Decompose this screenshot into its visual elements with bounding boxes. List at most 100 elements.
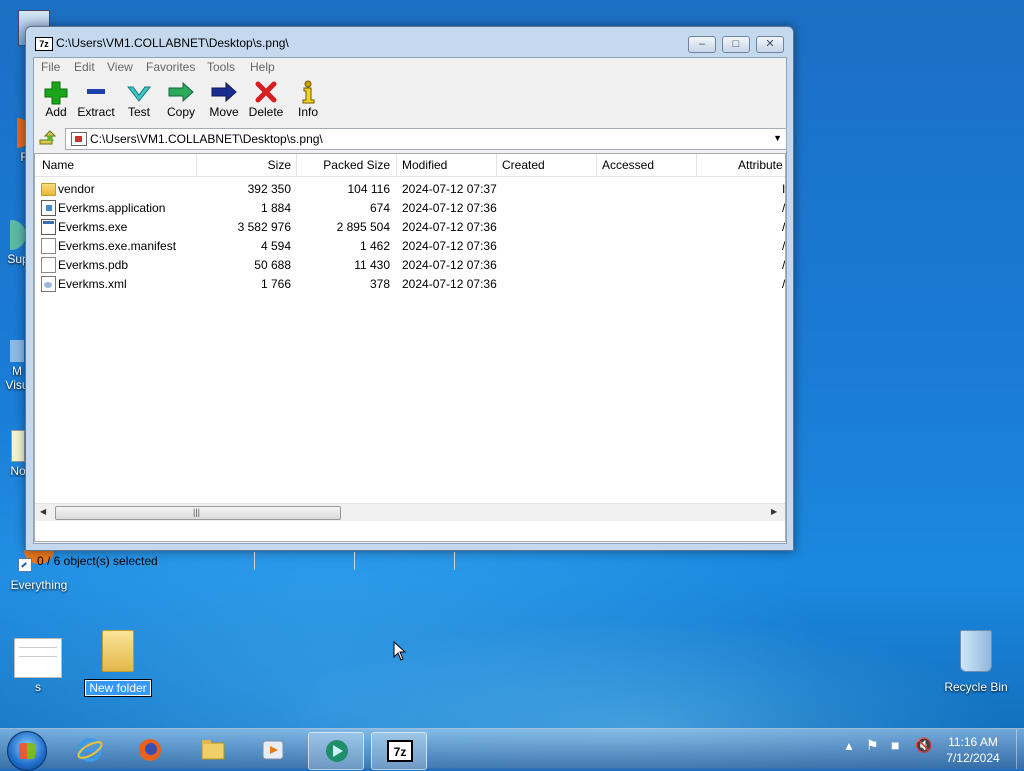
file-name: Everkms.xml [58, 277, 127, 291]
png-file-icon [71, 132, 87, 146]
file-size: 392 350 [247, 182, 291, 196]
desktop-icon-s[interactable]: s [12, 638, 64, 694]
taskbar-file-explorer[interactable] [185, 732, 239, 768]
up-folder-icon[interactable] [38, 130, 56, 148]
move-icon [211, 81, 237, 103]
title-bar[interactable]: 7z C:\Users\VM1.COLLABNET\Desktop\s.png\… [26, 27, 793, 57]
add-button[interactable]: Add [36, 79, 76, 123]
green-app-icon [326, 740, 348, 762]
copy-button[interactable]: Copy [161, 79, 201, 123]
copy-label: Copy [166, 105, 195, 119]
file-list[interactable]: Name Size Packed Size Modified Created A… [34, 153, 786, 542]
info-button[interactable]: Info [288, 79, 328, 123]
file-modified: 2024-07-12 07:36 [402, 220, 497, 234]
column-separator[interactable] [696, 154, 697, 176]
close-icon: ✕ [765, 38, 775, 50]
grip-icon: ||| [193, 507, 201, 517]
delete-icon [255, 81, 277, 103]
file-size: 1 766 [260, 277, 291, 291]
desktop-icon-recycle-bin[interactable]: Recycle Bin [940, 630, 1012, 694]
show-desktop-button[interactable] [1016, 729, 1024, 769]
visual-studio-icon [10, 340, 24, 362]
taskbar-green-app[interactable] [308, 732, 364, 770]
add-icon [44, 81, 68, 105]
notepad-icon [11, 430, 25, 462]
file-size: 1 884 [260, 201, 291, 215]
file-packed-size: 378 [369, 277, 390, 291]
address-field[interactable]: C:\Users\VM1.COLLABNET\Desktop\s.png\ ▼ [65, 128, 787, 150]
menu-view[interactable]: View [107, 60, 133, 74]
menu-help[interactable]: Help [250, 60, 275, 74]
status-separator [454, 552, 455, 570]
extract-button[interactable]: Extract [76, 79, 116, 123]
7zip-app-icon: 7z [35, 37, 53, 51]
taskbar-firefox[interactable] [122, 732, 176, 768]
taskbar-media-player[interactable] [245, 732, 299, 768]
move-button[interactable]: Move [204, 79, 244, 123]
new-folder-rename-input[interactable]: New folder [84, 679, 152, 697]
volume-muted-icon[interactable]: 🔇 [915, 737, 932, 754]
file-attributes: / [782, 258, 786, 272]
taskbar-internet-explorer[interactable] [62, 732, 116, 768]
start-button[interactable] [7, 731, 47, 771]
scroll-left-icon[interactable]: ◀ [40, 507, 46, 516]
scroll-right-icon[interactable]: ▶ [771, 507, 777, 516]
column-accessed[interactable]: Accessed [602, 158, 654, 172]
maximize-button[interactable]: □ [722, 36, 750, 53]
file-name: vendor [58, 182, 95, 196]
action-center-flag-icon[interactable]: ⚑ [866, 737, 879, 754]
scroll-thumb[interactable]: ||| [55, 506, 341, 520]
column-created[interactable]: Created [502, 158, 545, 172]
file-row[interactable]: Everkms.application 1 884 674 2024-07-12… [35, 198, 785, 217]
column-attributes[interactable]: Attribute [738, 158, 783, 172]
minimize-button[interactable]: – [688, 36, 716, 53]
address-dropdown-icon[interactable]: ▼ [773, 133, 782, 143]
file-row[interactable]: Everkms.pdb 50 688 11 430 2024-07-12 07:… [35, 255, 785, 274]
taskbar-7zip[interactable]: 7z [371, 732, 427, 770]
menu-tools[interactable]: Tools [207, 60, 235, 74]
column-name[interactable]: Name [42, 158, 74, 172]
menu-edit[interactable]: Edit [74, 60, 95, 74]
file-packed-size: 11 430 [354, 258, 390, 272]
file-attributes: / [782, 239, 786, 253]
column-modified[interactable]: Modified [402, 158, 447, 172]
taskbar: 7z ▲ ⚑ ■ 🔇 11:16 AM 7/12/2024 [0, 728, 1024, 771]
folder-icon [102, 630, 134, 672]
horizontal-scrollbar[interactable]: ◀ ||| ▶ [35, 503, 785, 521]
test-icon [126, 86, 152, 102]
menu-favorites[interactable]: Favorites [146, 60, 195, 74]
file-row[interactable]: Everkms.xml 1 766 378 2024-07-12 07:36 / [35, 274, 785, 293]
internet-explorer-icon [77, 738, 103, 762]
close-button[interactable]: ✕ [756, 36, 784, 53]
file-name: Everkms.exe [58, 220, 128, 234]
maximize-icon: □ [732, 38, 740, 50]
network-icon[interactable]: ■ [891, 737, 899, 753]
info-label: Info [297, 105, 318, 119]
file-row[interactable]: vendor 392 350 104 116 2024-07-12 07:37 … [35, 179, 785, 198]
svg-text:7z: 7z [394, 745, 407, 759]
column-separator[interactable] [396, 154, 397, 176]
menu-file[interactable]: File [41, 60, 60, 74]
column-separator[interactable] [596, 154, 597, 176]
file-row[interactable]: Everkms.exe.manifest 4 594 1 462 2024-07… [35, 236, 785, 255]
desktop-icon-new-folder[interactable]: New folder [82, 630, 154, 697]
7zip-icon: 7z [387, 740, 413, 762]
file-modified: 2024-07-12 07:37 [402, 182, 497, 196]
delete-button[interactable]: Delete [246, 79, 286, 123]
test-button[interactable]: Test [119, 79, 159, 123]
status-bar: 0 / 6 object(s) selected [34, 550, 786, 572]
shortcut-arrow-icon [18, 558, 32, 572]
column-packed-size[interactable]: Packed Size [296, 158, 390, 172]
file-size: 4 594 [260, 239, 291, 253]
column-separator[interactable] [496, 154, 497, 176]
column-size[interactable]: Size [196, 158, 291, 172]
taskbar-clock[interactable]: 11:16 AM 7/12/2024 [932, 734, 1014, 766]
show-hidden-icons-icon[interactable]: ▲ [843, 739, 855, 753]
firefox-icon [139, 739, 161, 761]
file-name: Everkms.exe.manifest [58, 239, 177, 253]
file-row[interactable]: Everkms.exe 3 582 976 2 895 504 2024-07-… [35, 217, 785, 236]
file-attributes: I [782, 182, 786, 196]
status-separator [354, 552, 355, 570]
file-packed-size: 2 895 504 [336, 220, 390, 234]
status-separator [254, 552, 255, 570]
